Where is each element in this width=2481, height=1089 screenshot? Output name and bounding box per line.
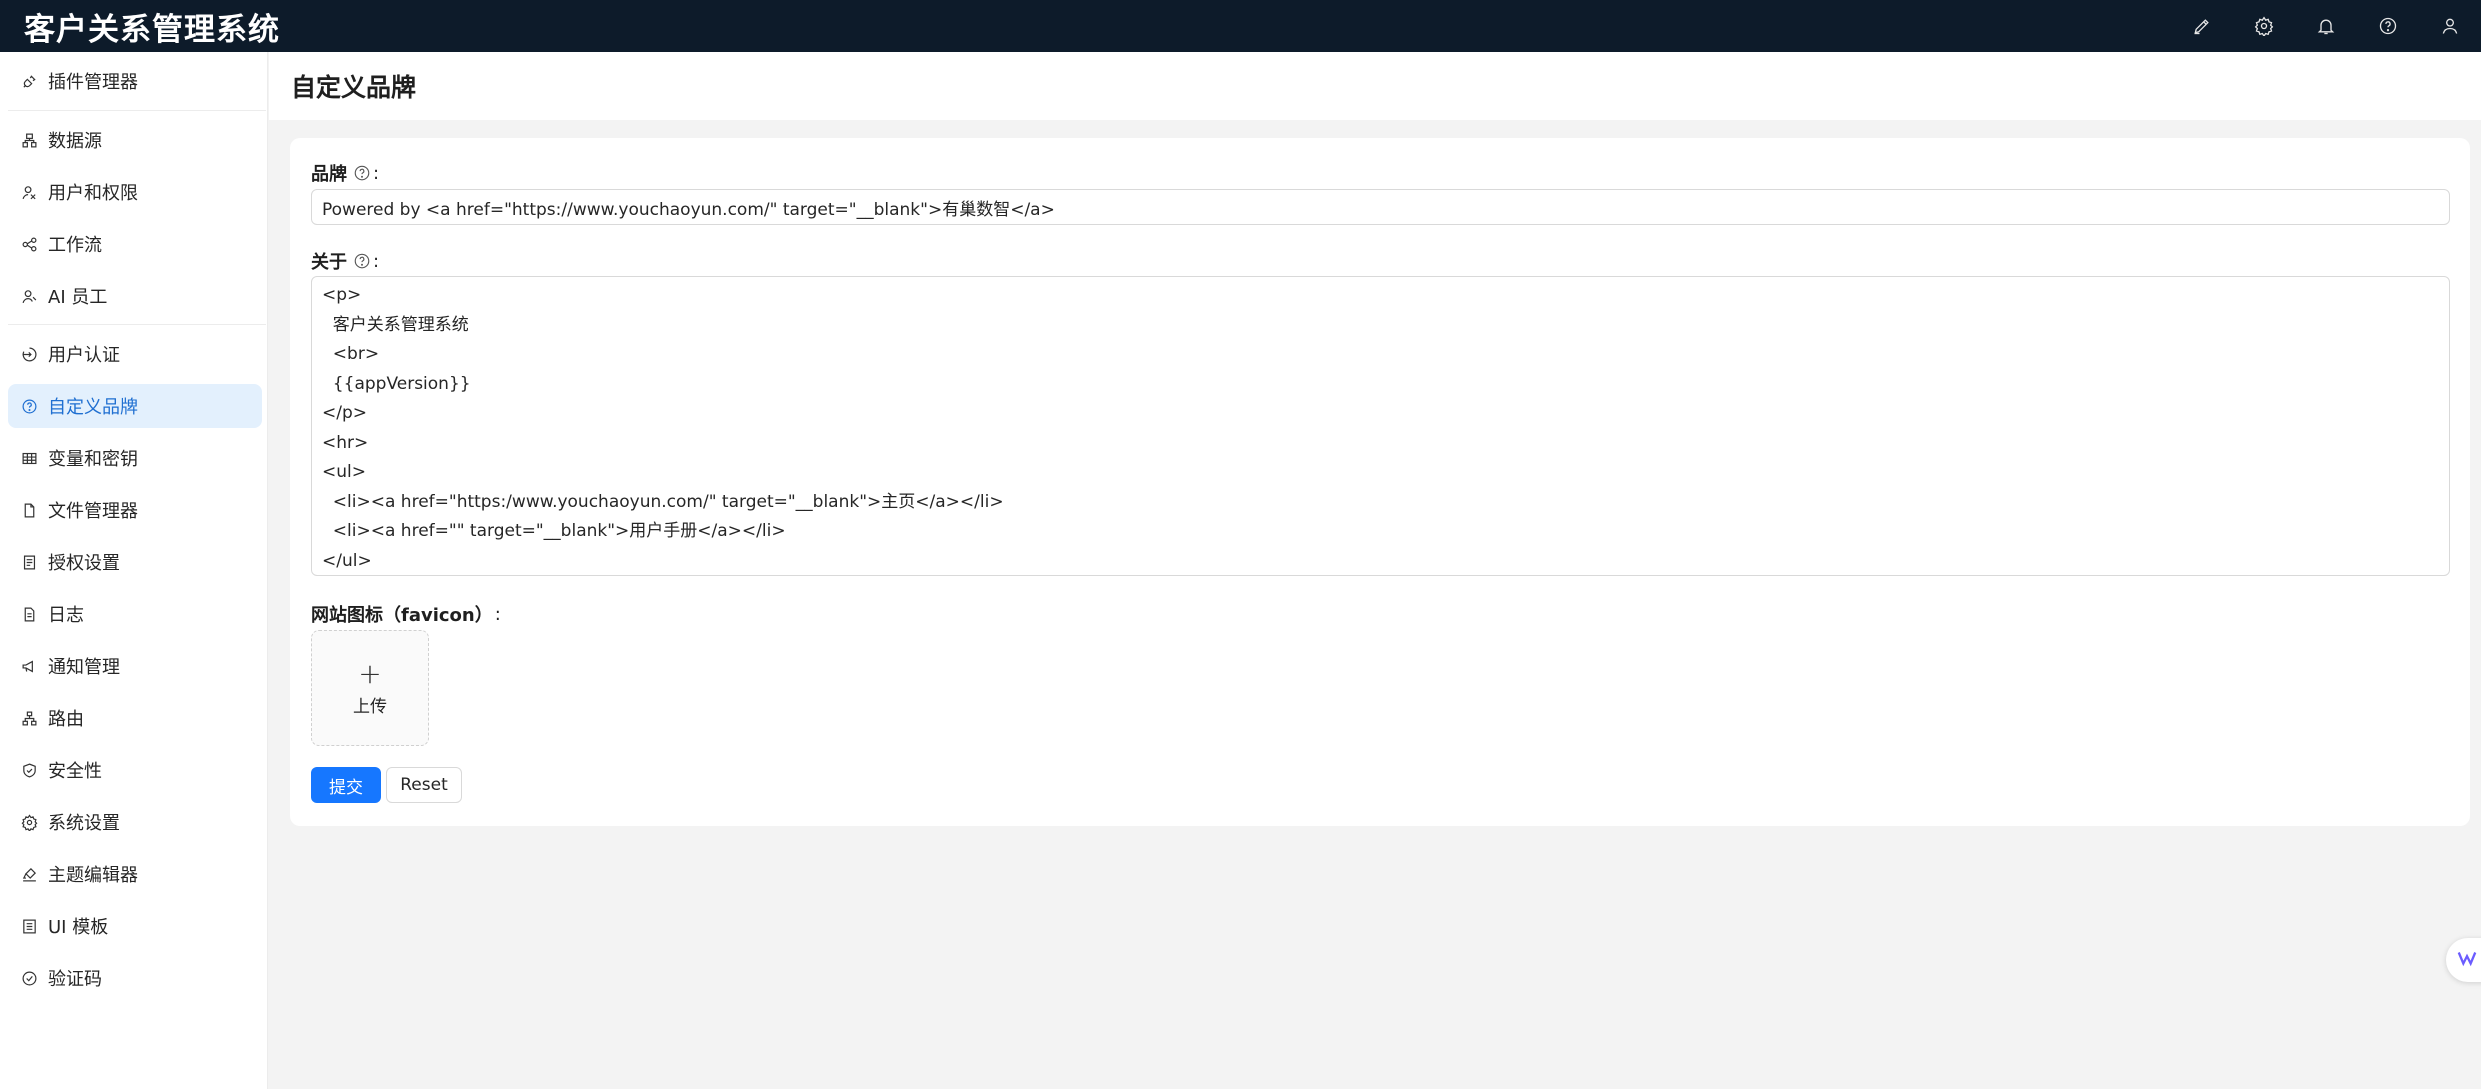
top-bar-actions [2171, 0, 2481, 52]
megaphone-icon [18, 655, 40, 677]
sidebar-item-label: AI 员工 [48, 287, 108, 308]
upload-label: 上传 [353, 696, 387, 717]
code-line: <li><a href="https:/www.youchaoyun.com/"… [322, 491, 1004, 512]
sidebar-item-license-settings[interactable]: 授权设置 [8, 540, 262, 584]
about-label-text: 关于 [311, 252, 347, 273]
page-title: 自定义品牌 [291, 73, 417, 102]
code-line: <li><a href="" target="__blank">用户手册</a>… [322, 521, 786, 541]
code-line: <ul> [322, 462, 366, 482]
sidebar-divider [8, 324, 266, 325]
help-circle-icon [18, 395, 40, 417]
help-circle-icon[interactable] [353, 252, 371, 270]
brand-form-card: 品牌 : 关于 : <p> 客户关系管理系统 <br> {{appVersion… [290, 138, 2470, 826]
sidebar-item-label: 主题编辑器 [48, 865, 138, 886]
pen-icon[interactable] [2171, 0, 2233, 52]
about-textarea[interactable]: <p> 客户关系管理系统 <br> {{appVersion}} </p> <h… [311, 276, 2450, 576]
gear-icon[interactable] [2233, 0, 2295, 52]
code-line: 客户关系管理系统 [322, 314, 469, 335]
workflow-icon [18, 233, 40, 255]
template-icon [18, 915, 40, 937]
brand-field-label: 品牌 : [311, 160, 379, 186]
app-title: 客户关系管理系统 [24, 11, 280, 48]
code-line: <hr> [322, 432, 369, 453]
sidebar-item-logs[interactable]: 日志 [8, 592, 262, 636]
code-line: </p> [322, 403, 368, 423]
table-icon [18, 447, 40, 469]
sidebar-item-label: 授权设置 [48, 553, 120, 574]
sidebar-item-label: 用户和权限 [48, 183, 138, 204]
plug-icon [18, 70, 40, 92]
check-circle-icon [18, 967, 40, 989]
code-line: {{appVersion}} [322, 373, 471, 394]
sidebar-item-data-sources[interactable]: 数据源 [8, 118, 262, 162]
brand-label-text: 品牌 [311, 164, 347, 185]
users-icon [18, 181, 40, 203]
user-icon[interactable] [2419, 0, 2481, 52]
favicon-upload-button[interactable]: + 上传 [311, 630, 429, 746]
sidebar-item-label: 文件管理器 [48, 501, 138, 522]
favicon-label-text: 网站图标（favicon） [311, 605, 493, 626]
login-icon [18, 343, 40, 365]
favicon-field-label: 网站图标（favicon） : [311, 601, 501, 627]
label-colon: : [373, 162, 380, 184]
bell-icon[interactable] [2295, 0, 2357, 52]
sidebar-item-label: 路由 [48, 709, 84, 730]
sidebar-item-user-auth[interactable]: 用户认证 [8, 332, 262, 376]
sidebar-item-custom-brand[interactable]: 自定义品牌 [8, 384, 262, 428]
log-icon [18, 603, 40, 625]
route-icon [18, 707, 40, 729]
sidebar-item-notification-manager[interactable]: 通知管理 [8, 644, 262, 688]
page-header: 自定义品牌 [269, 52, 2481, 120]
label-colon: : [494, 603, 501, 625]
sidebar-item-label: 用户认证 [48, 345, 120, 366]
sidebar: 插件管理器 数据源 用户和权限 工作流 AI 员工 用户认证 自定义品牌 变量和… [0, 52, 268, 1089]
sidebar-item-users-permissions[interactable]: 用户和权限 [8, 170, 262, 214]
help-circle-icon[interactable] [2357, 0, 2419, 52]
sidebar-divider [8, 110, 266, 111]
database-tree-icon [18, 129, 40, 151]
sidebar-item-ui-templates[interactable]: UI 模板 [8, 904, 262, 948]
code-line: </ul> [322, 550, 372, 571]
brush-icon [18, 863, 40, 885]
license-icon [18, 551, 40, 573]
label-colon: : [373, 250, 380, 272]
sidebar-item-label: 自定义品牌 [48, 397, 138, 418]
sidebar-item-security[interactable]: 安全性 [8, 748, 262, 792]
plus-icon: + [358, 656, 382, 690]
shield-icon [18, 759, 40, 781]
submit-button[interactable]: 提交 [311, 767, 381, 803]
sidebar-item-label: 插件管理器 [48, 72, 138, 93]
sidebar-item-label: 验证码 [48, 969, 102, 990]
sidebar-item-captcha[interactable]: 验证码 [8, 956, 262, 1000]
ai-users-icon [18, 285, 40, 307]
file-icon [18, 499, 40, 521]
sidebar-item-label: 数据源 [48, 131, 102, 152]
help-circle-icon[interactable] [353, 164, 371, 182]
sidebar-item-theme-editor[interactable]: 主题编辑器 [8, 852, 262, 896]
sidebar-item-label: 通知管理 [48, 657, 120, 678]
sidebar-item-label: 日志 [48, 605, 84, 626]
assistant-logo-icon [2456, 947, 2478, 973]
sidebar-item-ai-employees[interactable]: AI 员工 [8, 274, 262, 318]
floating-assistant-button[interactable] [2446, 938, 2481, 982]
sidebar-item-variables-secrets[interactable]: 变量和密钥 [8, 436, 262, 480]
reset-button[interactable]: Reset [386, 767, 462, 803]
sidebar-item-label: 变量和密钥 [48, 449, 138, 470]
brand-input[interactable] [311, 189, 2450, 225]
sidebar-item-workflow[interactable]: 工作流 [8, 222, 262, 266]
code-line: <p> [322, 285, 362, 305]
sidebar-item-label: 工作流 [48, 235, 102, 256]
sidebar-item-plugin-manager[interactable]: 插件管理器 [8, 59, 262, 103]
sidebar-item-label: 系统设置 [48, 813, 120, 834]
sidebar-item-file-manager[interactable]: 文件管理器 [8, 488, 262, 532]
sidebar-item-label: UI 模板 [48, 917, 109, 938]
gear-icon [18, 811, 40, 833]
top-bar: 客户关系管理系统 [0, 0, 2481, 52]
sidebar-item-label: 安全性 [48, 761, 102, 782]
sidebar-item-routes[interactable]: 路由 [8, 696, 262, 740]
about-field-label: 关于 : [311, 248, 379, 274]
code-line: <br> [322, 344, 380, 364]
sidebar-item-system-settings[interactable]: 系统设置 [8, 800, 262, 844]
